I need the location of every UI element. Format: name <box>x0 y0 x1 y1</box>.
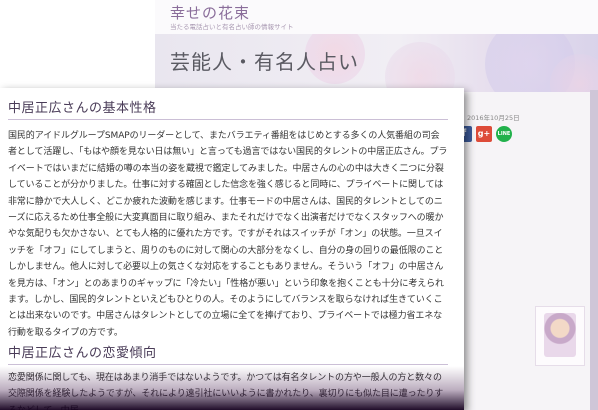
sidebar-widget[interactable] <box>535 306 585 366</box>
line-icon: LINE <box>497 131 511 137</box>
love-paragraph: 恋愛関係に関しても、現在はあまり消手ではないようです。かつては有名タレントの方や… <box>8 373 444 410</box>
hero-banner: 芸能人・有名人占い <box>155 34 598 92</box>
share-buttons: f g+ LINE <box>456 126 512 142</box>
category-title: 芸能人・有名人占い <box>170 50 359 74</box>
heading-divider <box>8 364 448 365</box>
site-tagline: 当たる電話占いと有名占い師の情報サイト <box>170 23 294 31</box>
line-share-button[interactable]: LINE <box>496 126 512 142</box>
article-zoom-card: 中居正広さんの基本性格 国民的アイドルグループSMAPのリーダーとして、またバラ… <box>0 88 464 410</box>
fortune-teller-avatar <box>544 313 576 357</box>
post-date: 2016年10月25日 <box>467 114 520 122</box>
site-header: 幸せの花束 当たる電話占いと有名占い師の情報サイト <box>155 0 598 34</box>
google-plus-icon: g+ <box>477 129 491 138</box>
scrollbar-strip <box>590 90 598 410</box>
section-heading-love: 中居正広さんの恋愛傾向 <box>8 346 157 361</box>
section-heading-personality: 中居正広さんの基本性格 <box>8 101 157 116</box>
google-plus-share-button[interactable]: g+ <box>476 126 492 142</box>
flower-decoration <box>385 42 455 92</box>
heading-divider <box>8 119 448 120</box>
personality-paragraph: 国民的アイドルグループSMAPのリーダーとして、またバラエティ番組をはじめとする… <box>8 131 448 338</box>
site-title[interactable]: 幸せの花束 <box>170 2 250 23</box>
